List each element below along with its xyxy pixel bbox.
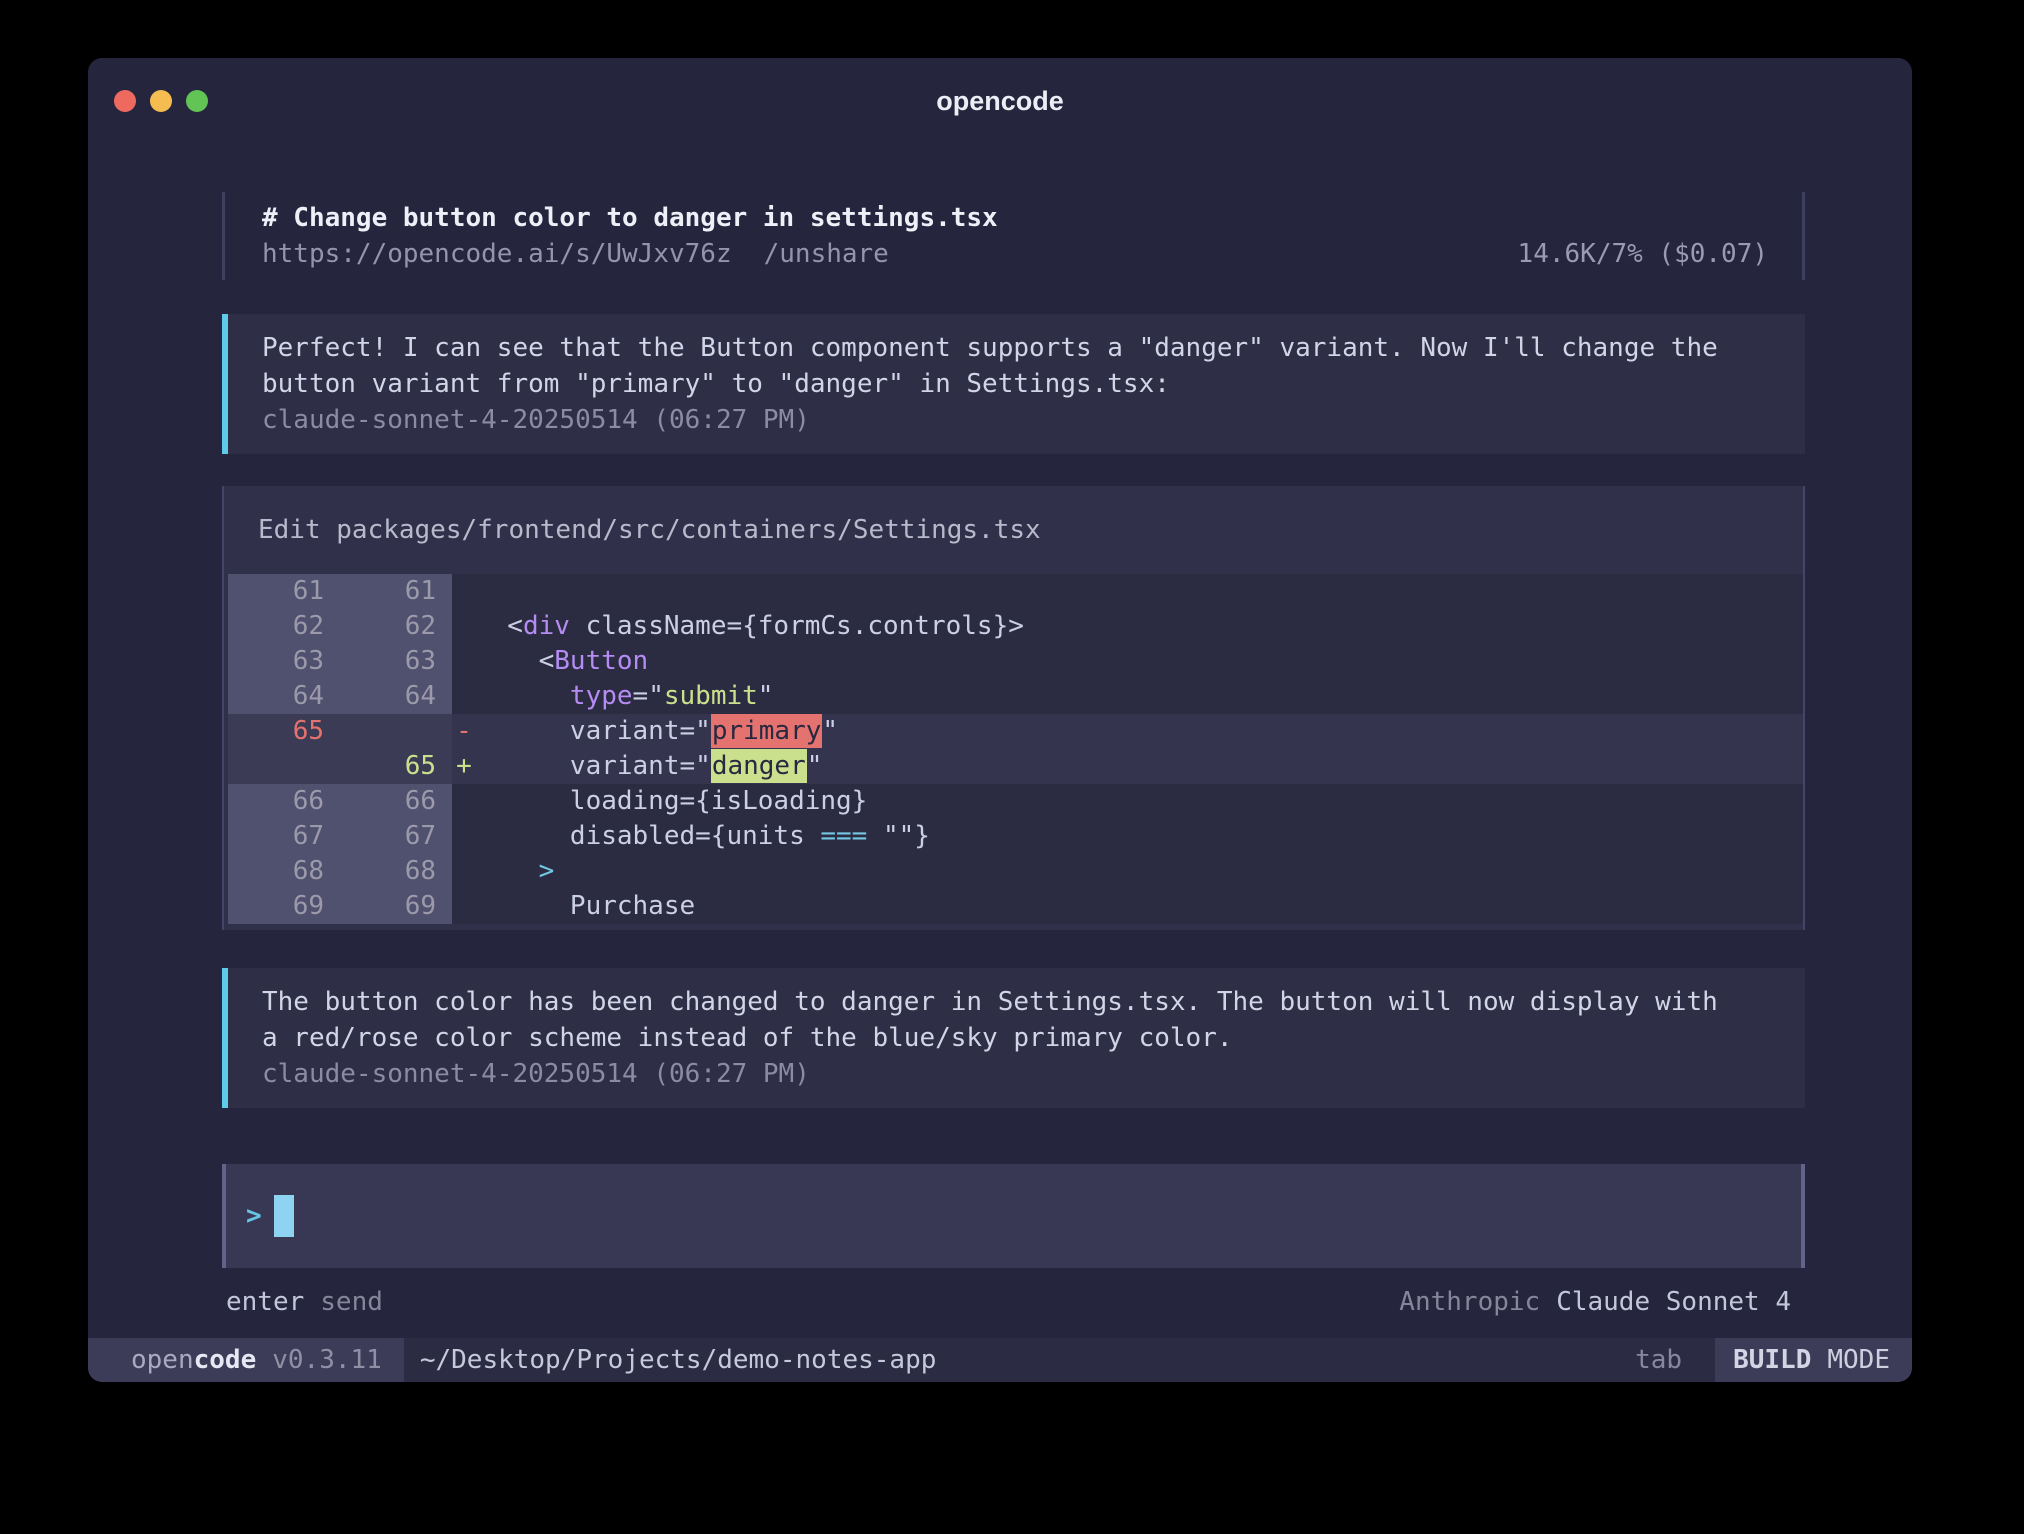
diff-code-line: > [476,854,554,889]
build-mode-badge: BUILD MODE [1715,1338,1912,1382]
diff-change-marker: + [452,749,476,784]
diff-old-line-number: 62 [228,609,340,644]
share-url: https://opencode.ai/s/UwJxv76z [262,236,732,272]
diff-row-context: 6363 <Button [228,644,1803,679]
diff-change-marker: - [452,714,476,749]
prompt-input[interactable]: > [222,1164,1805,1268]
diff-change-marker [452,889,476,924]
edit-tool-card: Edit packages/frontend/src/containers/Se… [222,486,1805,930]
diff-old-line-number: 65 [228,714,340,749]
diff-row-add: 65+ variant="danger" [228,749,1803,784]
diff-row-context: 6767 disabled={units === ""} [228,819,1803,854]
diff-code-line: variant="primary" [476,714,838,749]
diff-view: 61616262 <div className={formCs.controls… [224,574,1803,924]
maximize-button[interactable] [186,90,208,112]
prompt-symbol: > [246,1201,262,1231]
status-bar: opencode v0.3.11 ~/Desktop/Projects/demo-… [88,1338,1912,1382]
edit-tool-title: Edit packages/frontend/src/containers/Se… [224,512,1803,548]
diff-new-line-number: 64 [340,679,452,714]
send-hint: enter send [226,1284,383,1320]
diff-row-context: 6161 [228,574,1803,609]
diff-change-marker [452,679,476,714]
diff-old-line-number: 61 [228,574,340,609]
diff-code-line: loading={isLoading} [476,784,867,819]
message-text-line: The button color has been changed to dan… [262,984,1777,1020]
window-titlebar: opencode [88,58,1912,144]
diff-code-line: type="submit" [476,679,773,714]
diff-change-marker [452,609,476,644]
close-button[interactable] [114,90,136,112]
text-cursor [274,1195,294,1237]
diff-row-context: 6464 type="submit" [228,679,1803,714]
unshare-command[interactable]: /unshare [764,236,889,272]
message-text-line: a red/rose color scheme instead of the b… [262,1020,1777,1056]
diff-row-context: 6969 Purchase [228,889,1803,924]
diff-change-marker [452,574,476,609]
opencode-window: opencode # Change button color to danger… [88,58,1912,1382]
diff-change-marker [452,644,476,679]
diff-old-line-number [228,749,340,784]
tab-key-hint: tab [1635,1345,1682,1375]
diff-code-line: disabled={units === ""} [476,819,930,854]
diff-row-context: 6666 loading={isLoading} [228,784,1803,819]
session-header: # Change button color to danger in setti… [222,192,1805,280]
message-text-line: Perfect! I can see that the Button compo… [262,330,1777,366]
window-title: opencode [88,86,1912,117]
session-title: # Change button color to danger in setti… [262,200,1768,236]
diff-new-line-number: 67 [340,819,452,854]
assistant-message: The button color has been changed to dan… [222,968,1805,1108]
diff-old-line-number: 68 [228,854,340,889]
app-name-code: code [194,1345,257,1375]
diff-old-line-number: 64 [228,679,340,714]
diff-new-line-number: 61 [340,574,452,609]
app-name-open: open [131,1345,194,1375]
diff-code-line: variant="danger" [476,749,822,784]
diff-old-line-number: 63 [228,644,340,679]
diff-old-line-number: 69 [228,889,340,924]
session-share-row: https://opencode.ai/s/UwJxv76z /unshare … [262,236,1768,272]
diff-old-line-number: 66 [228,784,340,819]
mode-label: MODE [1827,1345,1890,1375]
diff-new-line-number: 63 [340,644,452,679]
diff-row-context: 6868 > [228,854,1803,889]
model-timestamp: claude-sonnet-4-20250514 (06:27 PM) [262,402,1777,438]
diff-change-marker [452,854,476,889]
model-indicator: Anthropic Claude Sonnet 4 [1399,1284,1791,1320]
minimize-button[interactable] [150,90,172,112]
diff-new-line-number: 62 [340,609,452,644]
hint-action: send [320,1287,383,1317]
hint-key: enter [226,1287,304,1317]
diff-old-line-number: 67 [228,819,340,854]
hint-row: enter send Anthropic Claude Sonnet 4 [222,1284,1805,1320]
diff-new-line-number: 65 [340,749,452,784]
desktop-background: opencode # Change button color to danger… [0,0,2024,1534]
diff-new-line-number: 68 [340,854,452,889]
diff-new-line-number: 66 [340,784,452,819]
assistant-message: Perfect! I can see that the Button compo… [222,314,1805,454]
mode-build-label: BUILD [1733,1345,1811,1375]
app-version: v0.3.11 [272,1345,382,1375]
model-name: Claude Sonnet 4 [1556,1287,1791,1317]
diff-row-del: 65 - variant="primary" [228,714,1803,749]
message-text-line: button variant from "primary" to "danger… [262,366,1777,402]
diff-change-marker [452,819,476,854]
diff-new-line-number: 69 [340,889,452,924]
diff-new-line-number [340,714,452,749]
diff-change-marker [452,784,476,819]
traffic-lights [114,58,208,144]
session-content: # Change button color to danger in setti… [88,144,1912,1338]
diff-code-line: <Button [476,644,648,679]
app-version-tile: opencode v0.3.11 [88,1338,404,1382]
model-timestamp: claude-sonnet-4-20250514 (06:27 PM) [262,1056,1777,1092]
token-usage: 14.6K/7% ($0.07) [1518,236,1768,272]
diff-code-line: Purchase [476,889,695,924]
diff-row-context: 6262 <div className={formCs.controls}> [228,609,1803,644]
working-directory: ~/Desktop/Projects/demo-notes-app [420,1345,937,1375]
provider-name: Anthropic [1399,1287,1540,1317]
diff-code-line: <div className={formCs.controls}> [476,609,1024,644]
